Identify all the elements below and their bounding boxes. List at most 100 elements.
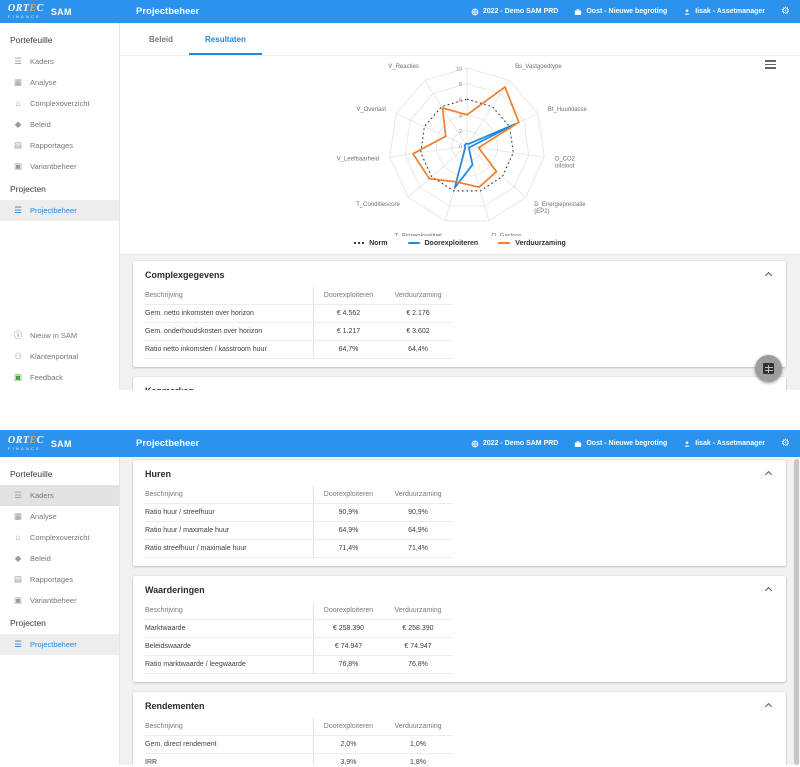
legend-item-norm[interactable]: Norm [354,240,387,247]
sidebar-item-kaders[interactable]: ☰Kaders [0,51,119,72]
sidebar-item-label: Analyse [30,512,57,521]
briefcase-icon [574,440,582,448]
sidebar-item-beleid[interactable]: ◆Beleid [0,114,119,135]
radar-tick-label: 0 [459,145,462,151]
legend-swatch [354,242,364,244]
scenario-selector[interactable]: 2022 - Demo SAM PRD [471,8,558,16]
budget-selector[interactable]: Oost - Nieuwe begroting [574,440,667,448]
sidebar-section-label: Portefeuille [0,462,119,485]
collapse-chevron-icon[interactable] [765,586,772,593]
sidebar-item-label: Kaders [30,491,54,500]
table-row: Ratio huur / streefhuur90,9%90,9% [145,504,453,522]
table-cell: 71,4% [383,540,453,557]
budget-selector[interactable]: Oost - Nieuwe begroting [574,8,667,16]
sidebar-item-complexoverzicht[interactable]: ⌂Complexoverzicht [0,93,119,114]
table-cell: 3,9% [313,754,383,765]
sidebar-item-analyse[interactable]: ▦Analyse [0,506,119,527]
table-cell: Marktwaarde [145,620,313,637]
column-header: Verduurzaming [383,486,453,503]
card-huren: Huren BeschrijvingDoorexploiterenVerduur… [133,460,786,566]
header-actions: 2022 - Demo SAM PRD Oost - Nieuwe begrot… [471,7,790,17]
legend-item-verduurzaming[interactable]: Verduurzaming [498,240,566,247]
sidebar-item-kaders[interactable]: ☰ Kaders [0,485,119,506]
collapse-chevron-icon[interactable] [765,470,772,477]
sidebar-item-projectbeheer[interactable]: ☰Projectbeheer [0,200,119,221]
table-header-row: BeschrijvingDoorexploiterenVerduurzaming [145,486,453,504]
user-menu[interactable]: Iisak - Assetmanager [683,8,765,16]
huren-table: BeschrijvingDoorexploiterenVerduurzaming… [133,486,786,566]
sidebar-item-complexoverzicht[interactable]: ⌂Complexoverzicht [0,527,119,548]
table-row: Ratio netto inkomsten / kasstroom huur 64… [145,341,453,359]
waarderingen-table: BeschrijvingDoorexploiterenVerduurzaming… [133,602,786,682]
radar-axis-label: D_Gasloos [492,233,522,236]
sidebar-item-label: Feedback [30,373,63,382]
brand-area: ORTEC FINANCE SAM [8,4,120,19]
brand-area: ORTEC FINANCE SAM [8,436,120,451]
page-title: Projectbeheer [136,438,199,449]
table-cell: 64,4% [383,341,453,358]
legend-label: Norm [369,240,387,247]
view-list-icon: ☰ [13,206,23,215]
user-menu[interactable]: Iisak - Assetmanager [683,440,765,448]
settings-gear-icon[interactable]: ⚙ [781,439,790,449]
screen2-body: Portefeuille ☰ Kaders ▦Analyse⌂Complexoverz… [0,457,800,765]
sidebar-item-label: Beleid [30,554,51,563]
logo-accent-letter: E [30,3,37,14]
main-content: Huren BeschrijvingDoorexploiterenVerduur… [120,457,800,765]
sidebar-item-variantbeheer[interactable]: ▣Variantbeheer [0,590,119,611]
sidebar-item-projectbeheer[interactable]: ☰Projectbeheer [0,634,119,655]
table-cell: € 2.176 [383,305,453,322]
radar-axis-label: V_Leefbaarheid [337,157,379,163]
sidebar-item-label: Variantbeheer [30,596,77,605]
table-row: IRR3,9%1,8% [145,754,453,765]
header-actions: 2022 - Demo SAM PRD Oost - Nieuwe begrot… [471,439,790,449]
logo-text: C [37,435,44,446]
app-name: SAM [51,7,72,17]
sidebar-item-analyse[interactable]: ▦Analyse [0,72,119,93]
ortec-finance-logo: ORTEC FINANCE [8,4,44,19]
scenario-label: 2022 - Demo SAM PRD [483,440,558,447]
app-header: ORTEC FINANCE SAM Projectbeheer 2022 - D… [0,430,800,457]
settings-gear-icon[interactable]: ⚙ [781,7,790,17]
sidebar-item-klantenportaal[interactable]: ⚇Klantenportaal [0,346,119,367]
chart-menu-icon[interactable] [765,60,776,71]
table-cell: Ratio netto inkomsten / kasstroom huur [145,341,313,358]
radar-axis-line [390,146,467,157]
table-cell: 71,4% [313,540,383,557]
sidebar-item-beleid[interactable]: ◆Beleid [0,548,119,569]
collapse-chevron-icon[interactable] [765,271,772,278]
card-title: Huren [145,469,171,479]
radar-axis-label: T_Binnenkwaliteit [395,233,442,236]
sidebar-item-nieuw-in-sam[interactable]: ⓘNieuw in SAM [0,325,119,346]
collapse-chevron-icon[interactable] [765,702,772,709]
user-label: Iisak - Assetmanager [695,440,765,447]
sidebar-item-rapportages[interactable]: ▤Rapportages [0,569,119,590]
table-header-row: BeschrijvingDoorexploiterenVerduurzaming [145,602,453,620]
view-list-icon: ☰ [13,491,23,500]
radar-axis-label: T_Conditiescore [356,202,400,208]
sidebar-item-rapportages[interactable]: ▤Rapportages [0,135,119,156]
building-icon: ⌂ [13,533,23,542]
legend-swatch [408,242,420,245]
briefcase-icon [574,8,582,16]
column-header: Beschrijving [145,287,313,304]
ortec-finance-logo: ORTEC FINANCE [8,436,44,451]
logo-subtext: FINANCE [8,15,44,19]
table-row: Beleidswaarde€ 74.947€ 74.947 [145,638,453,656]
table-view-fab-button[interactable] [755,355,782,382]
scenario-selector[interactable]: 2022 - Demo SAM PRD [471,440,558,448]
sidebar-item-label: Variantbeheer [30,162,77,171]
table-cell: € 258.390 [313,620,383,637]
legend-item-doorexploiteren[interactable]: Doorexploiteren [408,240,479,247]
building-icon: ⌂ [13,99,23,108]
sidebar-item-feedback[interactable]: ▣Feedback [0,367,119,388]
table-cell: IRR [145,754,313,765]
tab-resultaten[interactable]: Resultaten [189,35,262,55]
bar-chart-icon: ▦ [13,78,23,87]
vertical-scrollbar[interactable] [794,459,799,765]
table-cell: € 4.562 [313,305,383,322]
table-cell: 64,9% [313,522,383,539]
sidebar-item-variantbeheer[interactable]: ▣Variantbeheer [0,156,119,177]
table-row: Gem. direct rendement2,0%1,0% [145,736,453,754]
tab-beleid[interactable]: Beleid [133,35,189,55]
